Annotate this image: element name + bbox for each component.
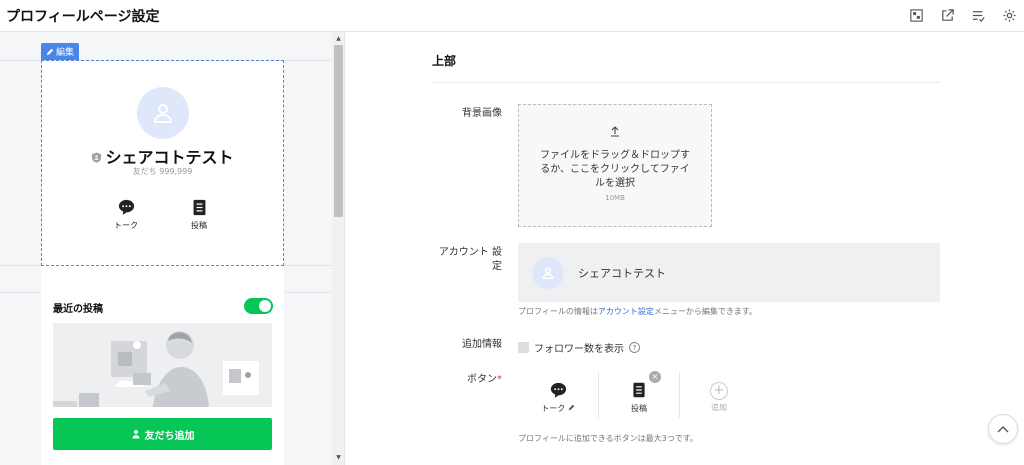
account-name: シェアコトテスト [578,267,666,280]
recent-posts-label: 最近の投稿 [53,304,103,315]
background-upload-area[interactable]: ファイルをドラッグ＆ドロップするか、ここをクリックしてファイルを選択 10MB [518,104,712,227]
buttons-label: ボタン* [422,373,502,387]
account-hint-prefix: プロフィールの情報は [518,307,598,316]
account-hint-suffix: メニューから編集できます。 [653,307,758,316]
upload-icon [611,126,619,137]
post-illustration [53,323,272,407]
scroll-up-icon[interactable]: ▲ [334,34,343,43]
preview-talk-label: トーク [114,221,138,230]
post-button-label: 投稿 [631,404,647,413]
remove-post-button-icon[interactable]: × [649,371,661,383]
divider [432,82,940,83]
avatar [137,87,189,139]
post-icon [629,380,649,400]
account-name-text: シェアコトテスト [105,148,234,167]
section-title: 上部 [432,54,457,68]
buttons-hint: プロフィールに追加できるボタンは最大3つです。 [518,434,698,443]
post-button-item[interactable]: 投稿 [599,372,679,418]
account-info-box: シェアコトテスト [518,243,940,302]
chevron-up-icon [997,426,1009,433]
scrollbar-thumb[interactable] [334,45,343,217]
external-link-icon[interactable] [939,7,956,24]
top-bar: プロフィールページ設定 [0,0,1024,32]
checkbox-box[interactable] [518,342,529,353]
talk-button-label: トーク [541,404,566,413]
add-user-icon [132,430,139,439]
avatar [532,257,564,289]
account-settings-link[interactable]: アカウント設定 [598,307,654,316]
page-title: プロフィールページ設定 [6,9,160,25]
scroll-down-icon[interactable]: ▼ [334,453,343,462]
add-friend-button[interactable]: 友だち追加 [53,418,272,450]
post-icon [189,197,209,217]
account-name: シェアコトテスト [41,144,284,168]
follower-checkbox[interactable]: フォロワー数を表示 ? [518,340,640,355]
list-check-icon[interactable] [970,7,987,24]
profile-preview: 編集 シェアコトテスト 友だち 999,999 トーク 投稿 最近の投稿 友だち… [0,32,345,465]
edit-label: 編集 [56,48,75,58]
add-button-label: 追加 [711,403,727,412]
required-mark: * [497,374,502,385]
account-settings-label-line2: 定 [492,261,502,272]
follower-checkbox-label: フォロワー数を表示 [534,344,624,355]
help-icon[interactable]: ? [629,342,640,353]
talk-button-item[interactable]: トーク [518,372,598,418]
settings-panel: 上部 背景画像 ファイルをドラッグ＆ドロップするか、ここをクリックしてファイルを… [345,32,1024,465]
gear-icon[interactable] [1001,7,1018,24]
account-settings-label-line1: アカウント 設 [438,247,502,258]
pencil-icon [46,48,54,55]
account-hint: プロフィールの情報はアカウント設定メニューから編集できます。 [518,306,757,317]
pencil-icon[interactable] [568,404,575,411]
preview-post-label: 投稿 [191,221,207,230]
upload-size: 10MB [605,194,625,202]
background-image-label: 背景画像 [462,108,502,119]
edit-button[interactable]: 編集 [41,43,80,60]
additional-info-label: 追加情報 [462,339,502,350]
chat-icon [116,197,136,217]
preview-talk-button: トーク [106,197,146,231]
recent-posts-toggle[interactable] [244,298,273,314]
plus-icon[interactable]: + [710,382,728,400]
chat-icon [548,380,568,400]
account-settings-label: アカウント 設 定 [422,246,502,274]
preview-post-button: 投稿 [179,197,219,231]
qr-code-icon[interactable] [908,7,925,24]
add-button-item[interactable]: + 追加 [679,372,759,418]
scroll-to-top-button[interactable] [988,414,1018,444]
buttons-label-text: ボタン [467,374,497,385]
upload-text: ファイルをドラッグ＆ドロップするか、ここをクリックしてファイルを選択 [540,150,690,189]
toolbar [908,7,1018,24]
add-friend-label: 友だち追加 [144,430,195,442]
friends-count: 友だち 999,999 [132,167,193,176]
shield-icon [92,152,102,163]
